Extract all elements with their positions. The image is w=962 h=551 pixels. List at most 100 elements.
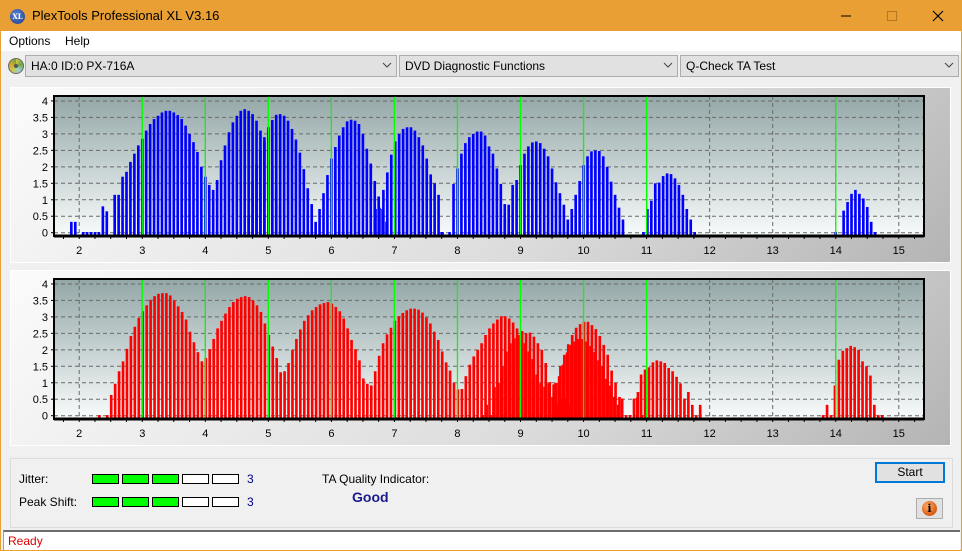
data-bar — [274, 114, 278, 236]
data-bar — [353, 120, 357, 236]
data-bar — [467, 137, 471, 236]
maximize-button[interactable] — [869, 1, 915, 31]
data-bar — [409, 308, 412, 419]
data-bar — [137, 145, 140, 236]
x-tick-label: 12 — [704, 245, 716, 257]
data-bar — [153, 296, 156, 419]
data-bar — [109, 394, 113, 419]
data-bar — [125, 348, 129, 419]
data-bar — [620, 398, 624, 419]
title-bar: XL PlexTools Professional XL V3.16 — [1, 1, 961, 31]
maximize-icon — [887, 11, 897, 21]
data-bar — [523, 153, 526, 236]
pit-chart-panel: 0 0.5 1 1.5 2 2.5 3 3.5 4 2 3 4 5 6 7 8 9 10 11 12 13 14 15 — [10, 270, 951, 446]
data-bar — [565, 352, 569, 419]
data-bar — [425, 317, 428, 419]
data-bar — [857, 349, 860, 419]
close-button[interactable] — [915, 1, 961, 31]
data-bar — [341, 127, 345, 236]
data-bar — [475, 131, 479, 236]
data-bar — [508, 343, 512, 419]
y-tick-label: 3.5 — [33, 112, 48, 124]
data-bar — [493, 387, 496, 419]
data-bar — [290, 128, 294, 236]
menu-options[interactable]: Options — [9, 34, 50, 48]
data-bar — [168, 110, 172, 236]
data-bar — [601, 156, 605, 236]
land-jitter-chart: 0 0.5 1 1.5 2 2.5 3 3.5 4 2 3 4 5 6 7 8 9 10 11 12 13 14 15 — [33, 95, 925, 257]
land-chart-panel: 0 0.5 1 1.5 2 2.5 3 3.5 4 2 3 4 5 6 7 8 9 10 11 12 13 14 15 — [10, 87, 951, 263]
data-bar — [448, 370, 452, 419]
data-bar — [665, 173, 669, 236]
data-bar — [172, 112, 176, 236]
data-bar — [409, 127, 413, 236]
ta-quality-label: TA Quality Indicator: — [322, 472, 430, 486]
data-bar — [144, 130, 148, 236]
data-bar — [488, 328, 491, 419]
test-select[interactable]: Q-Check TA Test — [680, 55, 959, 77]
menu-help[interactable]: Help — [65, 34, 90, 48]
data-bar — [129, 335, 133, 419]
status-text: Ready — [8, 534, 43, 548]
data-bar — [605, 166, 609, 236]
data-bar — [101, 206, 105, 236]
data-bar — [683, 398, 686, 419]
data-bar — [369, 385, 373, 419]
data-bar — [161, 293, 164, 419]
data-bar — [433, 183, 436, 236]
jitter-meter-segment — [122, 474, 149, 484]
data-bar — [842, 210, 845, 236]
data-bar — [358, 360, 361, 419]
x-tick-label: 14 — [830, 428, 842, 440]
data-bar — [650, 200, 653, 236]
jitter-meter-segment — [152, 474, 179, 484]
x-tick-label: 3 — [139, 245, 145, 257]
data-bar — [544, 363, 548, 419]
data-bar — [369, 163, 373, 236]
x-tick-label: 9 — [517, 245, 523, 257]
minimize-button[interactable] — [823, 1, 869, 31]
data-bar — [232, 302, 235, 419]
data-bar — [553, 383, 557, 419]
data-bar — [381, 343, 385, 419]
data-bar — [334, 147, 337, 236]
start-button[interactable]: Start — [875, 462, 945, 483]
data-bar — [862, 198, 865, 236]
toolbar: HA:0 ID:0 PX-716A DVD Diagnostic Functio… — [1, 53, 961, 79]
data-bar — [511, 184, 514, 236]
data-bar — [677, 184, 681, 236]
jitter-meter — [92, 474, 239, 484]
y-tick-label: 3 — [42, 129, 48, 141]
y-tick-label: 3.5 — [33, 295, 48, 307]
data-bar — [105, 211, 109, 236]
x-tick-label: 9 — [517, 428, 523, 440]
x-tick-label: 10 — [577, 428, 589, 440]
data-bar — [263, 137, 266, 236]
data-bar — [401, 128, 405, 236]
y-tick-label: 1 — [42, 378, 48, 390]
jitter-label: Jitter: — [19, 472, 49, 486]
data-bar — [184, 319, 188, 419]
data-bar — [566, 219, 570, 236]
app-window: XL PlexTools Professional XL V3.16 Optio… — [0, 0, 962, 551]
data-bar — [200, 166, 203, 236]
data-bar — [145, 305, 148, 419]
data-bar — [354, 349, 357, 419]
data-bar — [679, 383, 682, 419]
data-bar — [464, 143, 467, 236]
info-button[interactable]: i — [916, 498, 943, 519]
drive-select[interactable]: HA:0 ID:0 PX-716A — [25, 55, 397, 77]
data-bar — [425, 158, 429, 236]
x-tick-label: 15 — [893, 428, 905, 440]
data-bar — [382, 189, 385, 236]
data-bar — [223, 145, 227, 236]
jitter-meter-segment — [92, 474, 119, 484]
function-group-select[interactable]: DVD Diagnostic Functions — [399, 55, 678, 77]
data-bar — [386, 172, 389, 236]
data-bar — [487, 146, 491, 236]
data-bar — [480, 343, 483, 419]
y-tick-label: 1 — [42, 195, 48, 207]
x-tick-label: 2 — [76, 428, 82, 440]
chevron-down-icon — [663, 62, 673, 68]
data-bar — [397, 316, 401, 419]
